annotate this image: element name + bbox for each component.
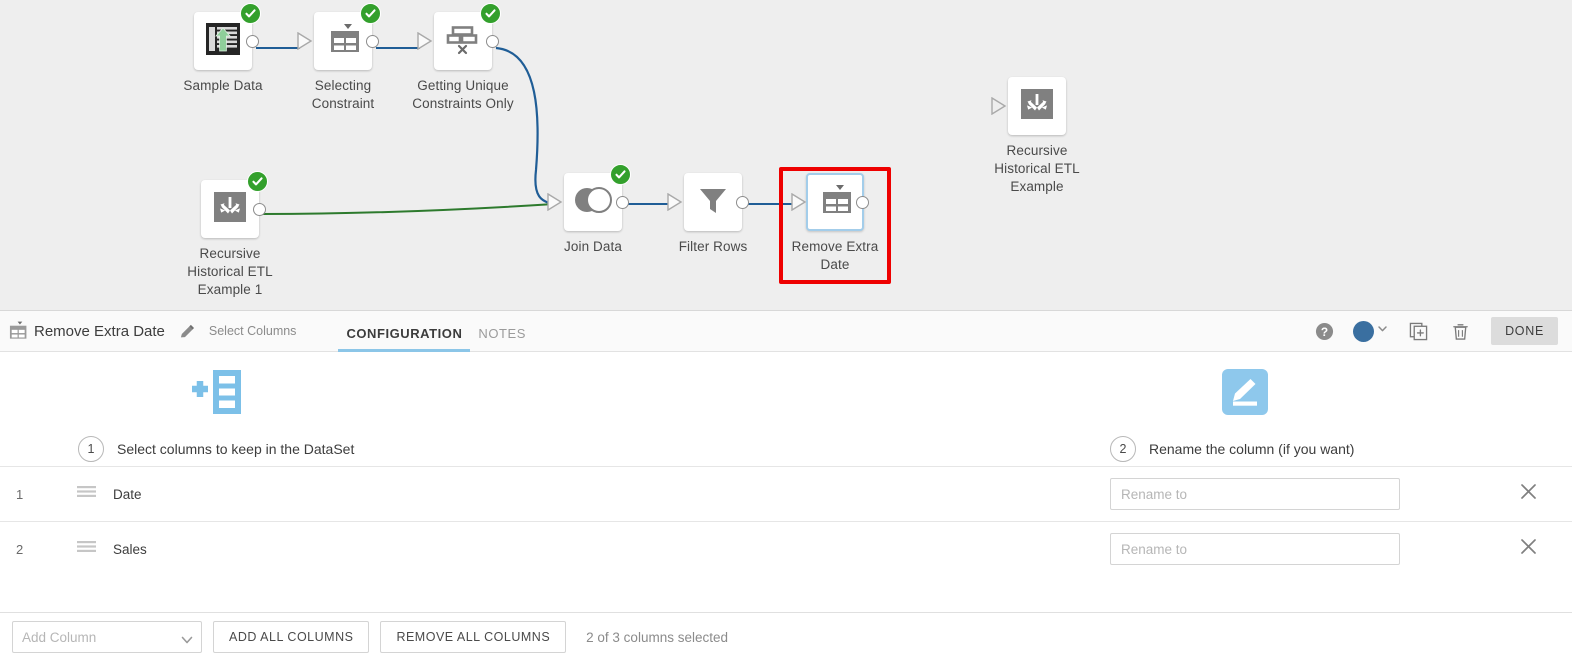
remove-all-columns-button[interactable]: REMOVE ALL COLUMNS: [380, 621, 567, 653]
detail-tabs: CONFIGURATION NOTES: [338, 310, 534, 352]
configuration-steps: 1 Select columns to keep in the DataSet …: [0, 352, 1572, 466]
step-number: 2: [1110, 436, 1136, 462]
page-title: Remove Extra Date: [34, 322, 165, 340]
node-getting-unique-constraints-only-box[interactable]: [417, 3, 501, 70]
node-join-data-box[interactable]: [547, 164, 631, 231]
etl-workflow-editor: Sample Data Selecting Constraint Getting…: [0, 0, 1572, 661]
detail-header-actions: ? DONE: [1303, 310, 1572, 352]
node-label: Selecting Constraint: [311, 78, 375, 111]
input-arrow-icon: [417, 32, 433, 50]
trash-icon[interactable]: [1439, 310, 1481, 352]
drag-handle-icon[interactable]: [77, 485, 97, 503]
node-filter-rows-box[interactable]: [667, 173, 749, 231]
recursive-etl-icon: [1019, 87, 1055, 126]
node-sample-data-box[interactable]: [194, 3, 261, 70]
input-arrow-icon: [547, 193, 563, 211]
row-index: 2: [16, 541, 24, 557]
selected-columns-list: 1 Date 2: [0, 466, 1572, 576]
output-port[interactable]: [253, 202, 266, 216]
output-port[interactable]: [366, 34, 379, 48]
step-1-row: 1 Select columns to keep in the DataSet: [78, 436, 354, 462]
node-label: Recursive Historical ETL Example 1: [187, 246, 273, 297]
configuration-footer: Add Column ADD ALL COLUMNS REMOVE ALL CO…: [0, 612, 1572, 661]
table-row: 1 Date: [0, 466, 1572, 521]
node-label: Sample Data: [183, 78, 263, 93]
duplicate-icon[interactable]: [1397, 310, 1439, 352]
output-port[interactable]: [616, 195, 629, 209]
node-recursive-historical-etl-example-box[interactable]: [991, 77, 1066, 135]
close-icon[interactable]: [1519, 537, 1538, 561]
status-complete-icon: [240, 3, 261, 24]
color-swatch: [1353, 320, 1375, 342]
output-port[interactable]: [246, 34, 259, 48]
rename-input[interactable]: [1110, 478, 1400, 510]
tab-configuration[interactable]: CONFIGURATION: [338, 310, 471, 352]
row-index: 1: [16, 486, 24, 502]
node-join-data[interactable]: Join Data: [533, 164, 653, 256]
node-label: Join Data: [564, 239, 622, 254]
node-recursive-historical-etl-example-1-box[interactable]: [201, 171, 268, 238]
upload-dataset-icon: [205, 22, 241, 61]
rename-input[interactable]: [1110, 533, 1400, 565]
node-label: Filter Rows: [678, 239, 748, 254]
table-row: 2 Sales: [0, 521, 1572, 576]
step-select-columns: 1 Select columns to keep in the DataSet: [78, 366, 354, 462]
svg-text:?: ?: [1320, 324, 1327, 338]
select-columns-icon: [4, 321, 30, 341]
node-type-subtitle: Select Columns: [208, 324, 297, 338]
rename-pencil-icon: [1110, 366, 1354, 418]
select-columns-icon: [325, 22, 361, 61]
close-icon[interactable]: [1519, 482, 1538, 506]
add-column-select-wrap: Add Column: [12, 621, 202, 653]
node-recursive-historical-etl-example-1[interactable]: Recursive Historical ETL Example 1: [170, 171, 290, 299]
node-color-picker[interactable]: [1345, 310, 1397, 352]
edge-recursive1-to-join: [262, 203, 555, 215]
output-port[interactable]: [486, 34, 499, 48]
status-complete-icon: [360, 3, 381, 24]
node-label: Recursive Historical ETL Example: [994, 143, 1080, 194]
output-port[interactable]: [736, 195, 749, 209]
step-label: Select columns to keep in the DataSet: [117, 441, 355, 457]
drag-handle-icon[interactable]: [77, 540, 97, 558]
step-number: 1: [78, 436, 104, 462]
input-arrow-icon: [991, 97, 1007, 115]
input-arrow-icon: [297, 32, 313, 50]
column-name: Sales: [113, 541, 147, 557]
node-sample-data[interactable]: Sample Data: [163, 3, 283, 95]
node-filter-rows[interactable]: Filter Rows: [653, 173, 773, 256]
add-column-icon: [78, 366, 354, 418]
recursive-etl-icon: [212, 190, 248, 229]
pencil-icon[interactable]: [179, 323, 196, 340]
status-badge: 2 of 3 columns selected: [586, 629, 728, 645]
node-selecting-constraint[interactable]: Selecting Constraint: [283, 3, 403, 113]
help-circle-icon[interactable]: ?: [1303, 310, 1345, 352]
step-label: Rename the column (if you want): [1149, 441, 1355, 457]
configuration-panel: 1 Select columns to keep in the DataSet …: [0, 352, 1572, 610]
detail-header: Remove Extra Date Select Columns CONFIGU…: [0, 310, 1572, 352]
workflow-canvas[interactable]: Sample Data Selecting Constraint Getting…: [0, 0, 1572, 310]
status-complete-icon: [610, 164, 631, 185]
annotation-highlight-box: [779, 167, 891, 284]
step-rename-column: 2 Rename the column (if you want): [1110, 366, 1354, 462]
join-icon: [573, 186, 613, 219]
tab-notes[interactable]: NOTES: [470, 310, 534, 352]
column-name: Date: [113, 486, 142, 502]
status-complete-icon: [480, 3, 501, 24]
node-recursive-historical-etl-example[interactable]: Recursive Historical ETL Example: [977, 77, 1097, 196]
status-complete-icon: [247, 171, 268, 192]
add-column-select[interactable]: Add Column: [12, 621, 202, 653]
node-selecting-constraint-box[interactable]: [297, 3, 381, 70]
add-all-columns-button[interactable]: ADD ALL COLUMNS: [213, 621, 370, 653]
input-arrow-icon: [667, 193, 683, 211]
filter-icon: [697, 184, 729, 221]
node-getting-unique-constraints-only[interactable]: Getting Unique Constraints Only: [403, 3, 523, 113]
chevron-down-icon: [1376, 322, 1389, 340]
remove-duplicates-icon: [444, 22, 482, 61]
step-2-row: 2 Rename the column (if you want): [1110, 436, 1354, 462]
done-button[interactable]: DONE: [1491, 317, 1558, 345]
node-label: Getting Unique Constraints Only: [412, 78, 514, 111]
